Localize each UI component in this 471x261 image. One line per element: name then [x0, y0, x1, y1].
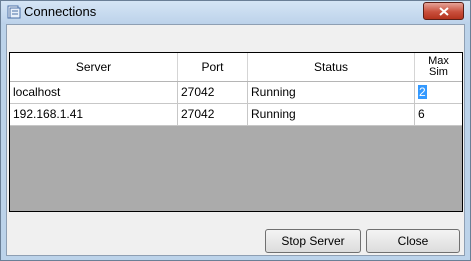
- column-header-status[interactable]: Status: [248, 53, 415, 81]
- max-sim-cell[interactable]: 2: [415, 82, 462, 103]
- table-row[interactable]: 192.168.1.41 27042 Running 6: [10, 104, 462, 126]
- max-sim-edit-input[interactable]: 2: [418, 85, 427, 99]
- table-row[interactable]: localhost 27042 Running 2: [10, 82, 462, 104]
- column-header-max-sim-line2: Sim: [429, 66, 448, 78]
- column-header-port[interactable]: Port: [178, 53, 248, 81]
- dialog-body: Server Port Status Max Sim localhost 270…: [6, 24, 465, 256]
- port-cell[interactable]: 27042: [178, 104, 248, 125]
- column-header-max-sim[interactable]: Max Sim: [415, 53, 462, 81]
- stop-server-button[interactable]: Stop Server: [265, 229, 361, 253]
- window-title: Connections: [24, 4, 97, 19]
- port-cell[interactable]: 27042: [178, 82, 248, 103]
- connections-window: Connections Server Port Status Max Sim l…: [0, 0, 471, 261]
- status-cell[interactable]: Running: [248, 82, 415, 103]
- close-button[interactable]: Close: [366, 229, 460, 253]
- column-header-server[interactable]: Server: [10, 53, 178, 81]
- status-cell[interactable]: Running: [248, 104, 415, 125]
- server-cell[interactable]: localhost: [10, 82, 178, 103]
- connections-grid[interactable]: Server Port Status Max Sim localhost 270…: [9, 52, 463, 212]
- connections-app-icon: [7, 5, 21, 19]
- title-bar[interactable]: Connections: [1, 1, 470, 24]
- close-icon: [438, 6, 449, 16]
- window-close-button[interactable]: [423, 2, 464, 20]
- max-sim-cell[interactable]: 6: [415, 104, 462, 125]
- server-cell[interactable]: 192.168.1.41: [10, 104, 178, 125]
- grid-header: Server Port Status Max Sim: [10, 53, 462, 82]
